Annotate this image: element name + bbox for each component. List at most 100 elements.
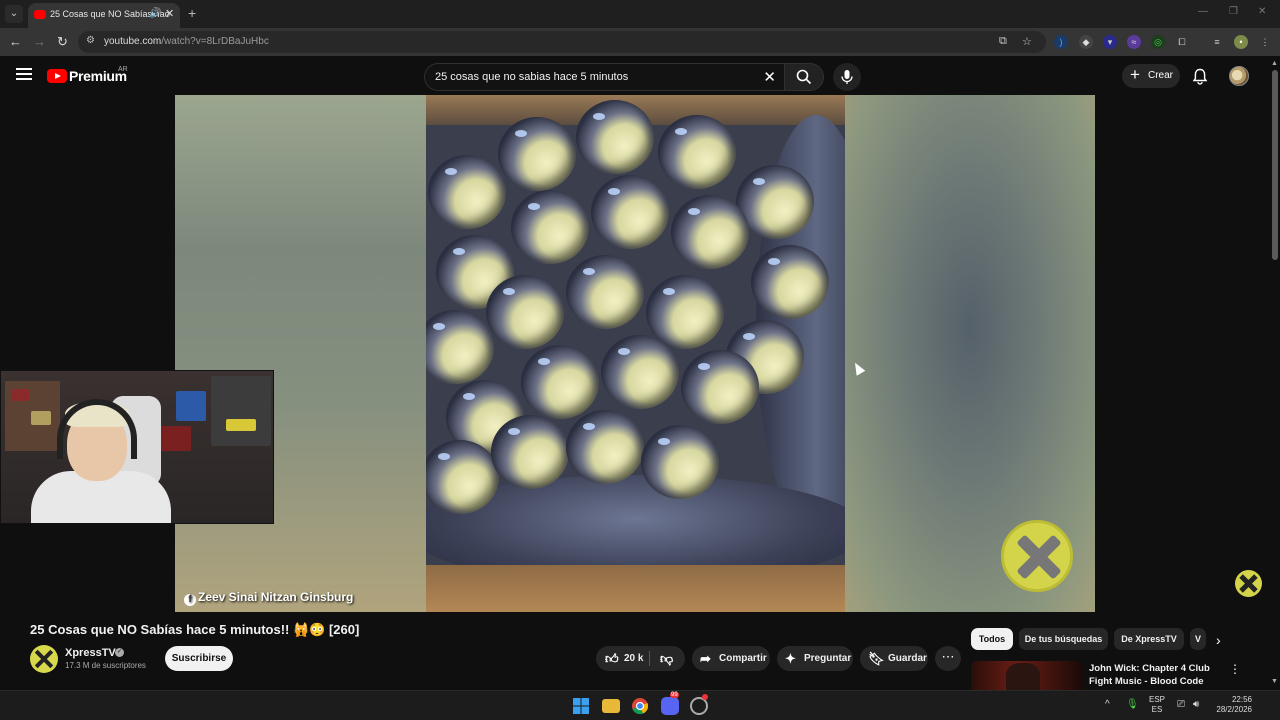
egg: [751, 245, 829, 319]
egg: [681, 350, 759, 424]
scroll-thumb[interactable]: [1272, 70, 1278, 260]
notifications-bell-icon[interactable]: [1192, 68, 1208, 85]
tab-audio-icon[interactable]: 🔊: [149, 8, 161, 19]
tab-close-icon[interactable]: ✕: [165, 7, 174, 20]
recommendation-thumbnail[interactable]: [971, 661, 1083, 691]
channel-avatar[interactable]: [30, 645, 58, 673]
egg: [646, 275, 724, 349]
profile-icon[interactable]: •: [1234, 35, 1248, 49]
extensions-puzzle-icon[interactable]: ⧠: [1175, 35, 1189, 49]
create-label: Crear: [1148, 70, 1174, 81]
site-info-icon[interactable]: ⚙: [86, 35, 95, 46]
discord-icon[interactable]: 99: [661, 692, 679, 715]
back-icon[interactable]: ←: [9, 34, 22, 49]
egg: [498, 117, 576, 191]
egg: [658, 115, 736, 189]
extension-icon-5[interactable]: ◎: [1151, 35, 1165, 49]
reload-icon[interactable]: ↻: [57, 34, 68, 50]
maximize-icon[interactable]: ❐: [1229, 6, 1238, 17]
chip-from-searches[interactable]: De tus búsquedas: [1019, 628, 1108, 650]
forward-icon[interactable]: →: [33, 34, 46, 49]
channel-name[interactable]: XpressTV: [65, 647, 116, 659]
shelf-right: [211, 376, 271, 446]
egg: [671, 195, 749, 269]
extension-icon-3[interactable]: ▾: [1103, 35, 1117, 49]
tray-overflow-icon[interactable]: ^: [1105, 699, 1110, 710]
ask-label: Preguntar: [804, 653, 852, 664]
egg: [601, 335, 679, 409]
youtube-logo-icon[interactable]: [47, 69, 67, 83]
dislike-icon[interactable]: 👎︎: [660, 646, 673, 671]
chrome-icon[interactable]: [631, 697, 649, 715]
share-button[interactable]: ➦ Compartir: [692, 646, 770, 671]
more-actions-icon[interactable]: ⋯: [935, 646, 961, 671]
channel-watermark-icon: [1001, 520, 1073, 592]
save-button[interactable]: 🔖︎ Guardar: [860, 646, 928, 671]
scroll-up-icon[interactable]: ▲: [1271, 60, 1278, 67]
close-window-icon[interactable]: ✕: [1258, 6, 1266, 17]
page-scrollbar[interactable]: ▲ ▼: [1270, 60, 1280, 690]
search-button[interactable]: [784, 63, 824, 91]
youtube-favicon-icon: [34, 10, 46, 19]
scroll-down-icon[interactable]: ▼: [1271, 678, 1278, 685]
bookmark-icon: 🔖︎: [868, 651, 885, 666]
app-icon[interactable]: [690, 694, 708, 715]
tab-search-icon[interactable]: ⌄: [5, 5, 23, 23]
search-input[interactable]: 25 cosas que no sabias hace 5 minutos ✕: [424, 63, 784, 91]
chip-all[interactable]: Todos: [971, 628, 1013, 650]
egg: [566, 255, 644, 329]
egg: [521, 345, 599, 419]
chip-more[interactable]: V: [1190, 628, 1206, 650]
language-indicator[interactable]: ESP ES: [1149, 695, 1165, 715]
subscribe-button[interactable]: Suscribirse: [165, 646, 233, 671]
like-separator: [649, 651, 650, 666]
ask-button[interactable]: ✦ Preguntar: [777, 646, 853, 671]
create-button[interactable]: + Crear: [1122, 64, 1180, 88]
subscriber-count: 17.3 M de suscriptores: [65, 661, 146, 670]
windows-start-icon[interactable]: [572, 697, 590, 715]
mic-tray-icon[interactable]: 🎙︎: [1126, 699, 1139, 710]
menu-icon[interactable]: [16, 68, 32, 80]
webcam-overlay: [0, 370, 274, 524]
bookmark-star-icon[interactable]: ☆: [1022, 35, 1032, 48]
media-control-icon[interactable]: ≡: [1210, 35, 1224, 49]
clear-search-icon[interactable]: ✕: [763, 68, 776, 86]
video-player[interactable]: f Zeev Sinai Nitzan Ginsburg: [175, 95, 1095, 612]
browser-tab-youtube[interactable]: 25 Cosas que NO Sabías hace 5 minutos!! …: [28, 3, 180, 28]
extension-icon-1[interactable]: ): [1054, 35, 1068, 49]
save-label: Guardar: [888, 653, 927, 664]
browser-menu-icon[interactable]: ⋮: [1258, 35, 1272, 49]
chip-from-channel[interactable]: De XpressTV: [1114, 628, 1184, 650]
shelf-item: [226, 419, 256, 431]
url-text: youtube.com/watch?v=8LrDBaJuHbc: [104, 36, 269, 47]
like-dislike-group: 👍︎ 20 k 👎︎: [596, 646, 685, 671]
install-app-icon[interactable]: ⧉: [999, 35, 1007, 48]
search-query: 25 cosas que no sabias hace 5 minutos: [435, 71, 629, 83]
url-field[interactable]: ⚙ youtube.com/watch?v=8LrDBaJuHbc ⧉ ☆: [78, 31, 1046, 53]
browser-tab-bar: ⌄ 25 Cosas que NO Sabías hace 5 minutos!…: [0, 0, 1280, 28]
chips-next-icon[interactable]: ›: [1216, 632, 1221, 648]
voice-search-button[interactable]: [833, 63, 861, 91]
extension-icon-4[interactable]: ≈: [1127, 35, 1141, 49]
egg: [486, 275, 564, 349]
volume-icon[interactable]: 🔊︎: [1193, 699, 1199, 710]
notification-dot: [702, 694, 708, 700]
like-count[interactable]: 20 k: [624, 646, 643, 671]
video-title: 25 Cosas que NO Sabías hace 5 minutos!! …: [30, 622, 360, 637]
discord-badge: 99: [670, 692, 679, 698]
verified-icon: ✓: [115, 648, 124, 657]
new-tab-button[interactable]: +: [188, 5, 196, 21]
like-icon[interactable]: 👍︎: [605, 646, 619, 671]
egg: [591, 175, 669, 249]
taskbar-clock[interactable]: 22:56 28/2/2026: [1212, 695, 1252, 715]
recommendation-menu-icon[interactable]: ⋮: [1229, 662, 1241, 676]
sand-bottom: [426, 565, 845, 612]
shield-extension-icon[interactable]: ◆: [1079, 35, 1093, 49]
account-avatar[interactable]: [1229, 66, 1249, 86]
minimize-icon[interactable]: —: [1198, 6, 1208, 17]
search-icon: [796, 69, 812, 85]
share-icon: ➦: [700, 651, 711, 666]
file-explorer-icon[interactable]: [602, 699, 620, 713]
network-icon[interactable]: ⎚: [1177, 699, 1185, 710]
channel-branding-icon[interactable]: [1235, 570, 1262, 597]
